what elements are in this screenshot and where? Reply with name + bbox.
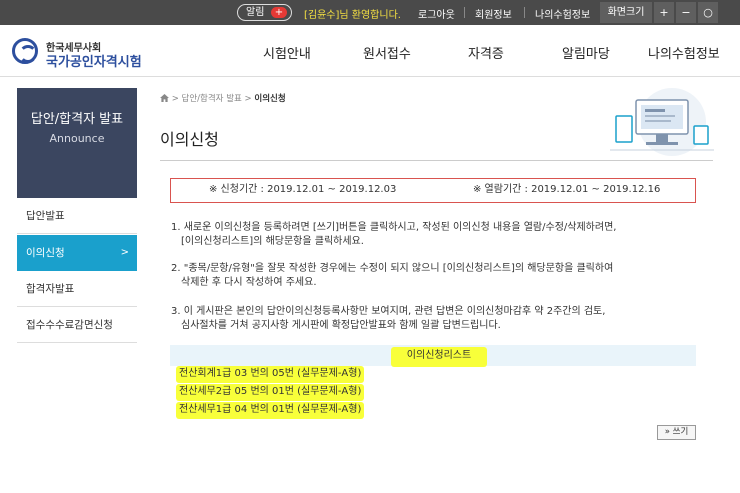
list-item[interactable]: 전산세무1급 04 번의 01번 (실무문제-A형) [176,402,365,419]
notice-line: 삭제한 후 다시 작성하여 주세요. [181,277,317,288]
computer-illustration-icon [610,88,714,156]
list-item[interactable]: 전산세무2급 05 번의 01번 (실무문제-A형) [176,384,365,401]
alarm-plus-icon: + [271,7,287,18]
top-utility-bar: 알림 + [김윤수]님 환영합니다. 로그아웃 회원정보 나의수험정보 화면크기… [0,0,740,25]
list-item[interactable]: 전산회계1급 03 번의 05번 (실무문제-A형) [176,366,365,383]
home-icon[interactable] [160,94,169,102]
sidebar-title: 답안/합격자 발표 [30,112,124,127]
notice-line: 1. 새로운 이의신청을 등록하려면 [쓰기]버튼을 클릭하시고, 작성된 이의… [171,222,617,233]
sidebar-item-pass-announcement[interactable]: 합격자발표 [17,271,137,307]
sidebar-item-label: 답안발표 [26,210,65,222]
zoom-in-button[interactable]: + [654,2,674,23]
list-title: 이의신청리스트 [391,347,487,367]
page-title: 이의신청 [160,130,219,149]
sidebar-item-fee-reduction[interactable]: 접수수수료감면신청 [17,307,137,343]
screen-size-label: 화면크기 [600,2,652,23]
nav-certificate[interactable]: 자격증 [468,43,504,62]
sidebar-item-label: 합격자발표 [26,283,75,295]
sidebar-item-objection[interactable]: 이의신청 > [17,235,137,271]
sidebar-header: 답안/합격자 발표 Announce [17,88,137,198]
notice-line: 3. 이 게시판은 본인의 답안이의신청등록사항만 보여지며, 관련 답변은 이… [171,306,606,317]
notice-3: 3. 이 게시판은 본인의 답안이의신청등록사항만 보여지며, 관련 답변은 이… [171,305,691,333]
breadcrumb: > 답안/합격자 발표 > 이의신청 [160,92,286,104]
logout-link[interactable]: 로그아웃 [418,6,455,21]
period-box: ※ 신청기간 : 2019.12.01 ~ 2019.12.03 ※ 열람기간 … [170,178,696,203]
nav-exam-guide[interactable]: 시험안내 [263,43,311,62]
logo-emblem-icon[interactable] [12,38,38,64]
welcome-message: [김윤수]님 환영합니다. [304,10,401,21]
zoom-reset-button[interactable]: ○ [698,2,718,23]
divider [524,7,525,18]
breadcrumb-current: 이의신청 [254,94,286,104]
write-button[interactable]: » 쓰기 [657,425,696,440]
chevron-right-icon: > [120,247,129,258]
notice-1: 1. 새로운 이의신청을 등록하려면 [쓰기]버튼을 클릭하시고, 작성된 이의… [171,221,691,249]
sidebar-subtitle: Announce [49,132,105,145]
apply-period: ※ 신청기간 : 2019.12.01 ~ 2019.12.03 [209,184,397,195]
sidebar-item-answer-release[interactable]: 답안발표 [17,198,137,234]
my-exam-link[interactable]: 나의수험정보 [535,6,590,21]
sidebar-item-label: 이의신청 [26,247,65,259]
nav-application[interactable]: 원서접수 [363,43,411,62]
logo-title[interactable]: 국가공인자격시험 [46,51,142,70]
divider [160,160,713,161]
nav-my-exam[interactable]: 나의수험정보 [648,43,720,62]
notice-line: [이의신청리스트]의 해당문항을 클릭하세요. [181,236,364,247]
site-header: 한국세무사회 국가공인자격시험 시험안내 원서접수 자격증 알림마당 나의수험정… [0,25,740,77]
zoom-out-button[interactable]: − [676,2,696,23]
notice-2: 2. "종목/문항/유형"을 잘못 작성한 경우에는 수정이 되지 않으니 [이… [171,262,691,290]
member-info-link[interactable]: 회원정보 [475,6,512,21]
divider [464,7,465,18]
alarm-button[interactable]: 알림 + [237,4,292,21]
view-period: ※ 열람기간 : 2019.12.01 ~ 2019.12.16 [473,184,661,195]
breadcrumb-path[interactable]: > 답안/합격자 발표 > [172,94,252,104]
notice-line: 심사절차를 거쳐 공지사항 게시판에 확정답안발표와 함께 일괄 답변드립니다. [181,320,501,331]
notice-line: 2. "종목/문항/유형"을 잘못 작성한 경우에는 수정이 되지 않으니 [이… [171,263,614,274]
alarm-label: 알림 [246,7,265,18]
sidebar-item-label: 접수수수료감면신청 [26,319,113,331]
nav-notice[interactable]: 알림마당 [562,43,610,62]
